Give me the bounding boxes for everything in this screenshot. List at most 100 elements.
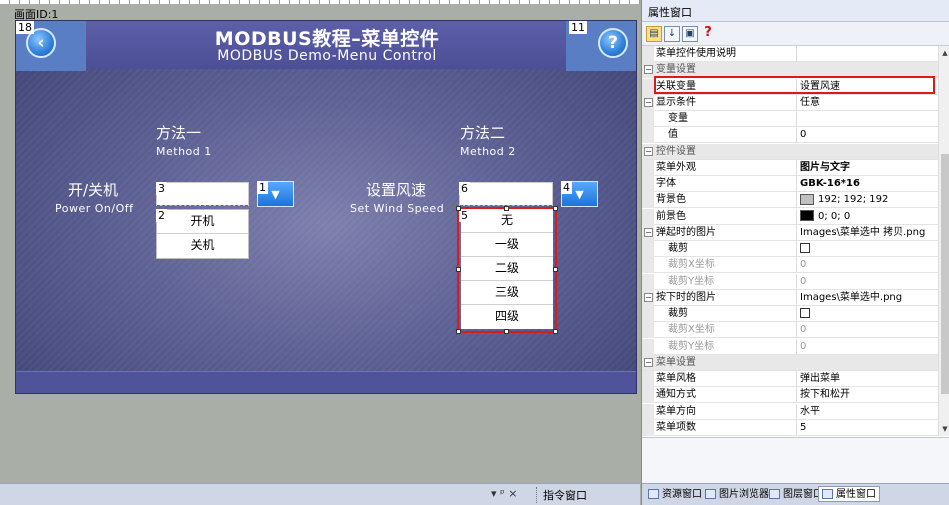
property-value[interactable]: 0 — [796, 127, 938, 144]
resize-handle-e[interactable] — [553, 267, 558, 272]
resize-handle-n[interactable] — [504, 206, 509, 211]
property-row[interactable]: 菜单风格 弹出菜单 — [642, 371, 938, 387]
resize-handle-se[interactable] — [553, 329, 558, 334]
resize-handle-w[interactable] — [456, 267, 461, 272]
checkbox[interactable] — [800, 308, 810, 318]
property-row[interactable]: 值0 — [642, 127, 938, 144]
checkbox[interactable] — [800, 243, 810, 253]
collapse-icon[interactable]: − — [644, 292, 653, 302]
property-value[interactable]: 192; 192; 192 — [796, 192, 938, 209]
property-row[interactable]: − 显示条件 任意 — [642, 94, 938, 111]
property-row[interactable]: 通知方式 按下和松开 — [642, 387, 938, 404]
property-row[interactable]: 前景色 0; 0; 0 — [642, 208, 938, 225]
property-value[interactable]: 0 — [796, 273, 938, 290]
property-gutter — [642, 46, 654, 62]
property-pages-icon[interactable]: ▣ — [682, 26, 698, 42]
speed-menu-head[interactable] — [459, 182, 553, 206]
speed-menu-selection[interactable]: 无 一级 二级 三级 四级 5 — [456, 206, 558, 334]
property-value[interactable]: 任意 — [796, 94, 938, 111]
hmi-screen[interactable]: ‹ ? 18 11 MODBUS教程–菜单控件 MODBUS Demo-Menu… — [15, 20, 637, 394]
dock-pin-controls[interactable]: ▾ ᵖ × — [491, 487, 517, 500]
panel-tab[interactable]: 属性窗口 — [818, 486, 880, 502]
property-value[interactable] — [796, 46, 938, 62]
property-row[interactable]: − 弹起时的图片 Images\菜单选中 拷贝.png — [642, 224, 938, 241]
property-value[interactable]: 0 — [796, 338, 938, 355]
triangle-down-icon: ▼ — [575, 187, 584, 201]
property-value[interactable] — [796, 241, 938, 257]
resize-handle-s[interactable] — [504, 329, 509, 334]
property-value-text: 任意 — [800, 96, 820, 108]
collapse-icon[interactable]: − — [644, 65, 653, 75]
property-gutter — [642, 176, 654, 192]
property-row[interactable]: 菜单外观 图片与文字 — [642, 159, 938, 176]
property-category[interactable]: − 菜单设置 — [642, 354, 938, 371]
menu-item-speed-none[interactable]: 无 — [461, 209, 553, 233]
power-menu-head[interactable] — [156, 182, 249, 206]
property-row[interactable]: 菜单项数 5 — [642, 419, 938, 436]
property-value[interactable] — [796, 306, 938, 322]
property-value[interactable]: 水平 — [796, 403, 938, 420]
menu-item-speed-1[interactable]: 一级 — [461, 233, 553, 257]
scroll-down-icon[interactable]: ▼ — [940, 424, 949, 434]
property-value[interactable]: Images\菜单选中.png — [796, 289, 938, 306]
collapse-icon[interactable]: − — [644, 357, 653, 367]
property-value[interactable] — [796, 111, 938, 127]
property-row[interactable]: 裁剪 — [642, 241, 938, 257]
menu-item-speed-4[interactable]: 四级 — [461, 305, 553, 329]
help-icon[interactable]: ? — [700, 26, 716, 42]
property-value[interactable]: 图片与文字 — [796, 159, 938, 176]
property-value[interactable]: 0 — [796, 257, 938, 274]
menu-item-speed-3[interactable]: 三级 — [461, 281, 553, 305]
panel-tab[interactable]: 图层窗口 — [766, 487, 826, 503]
property-row[interactable]: 菜单方向 水平 — [642, 403, 938, 420]
property-value[interactable]: GBK-16*16 — [796, 176, 938, 192]
collapse-icon[interactable]: − — [644, 227, 653, 237]
property-grid[interactable]: 菜单控件使用说明 − 变量设置 关联变量 设置风速 − 显示条件 任意 变量值 0− 控件设置 菜单外… — [642, 46, 938, 436]
bottom-dock-bar: ▾ ᵖ × 指令窗口 — [0, 483, 640, 505]
menu-item-power-off[interactable]: 关机 — [157, 234, 248, 258]
panel-tab[interactable]: 资源窗口 — [645, 487, 705, 503]
categorized-view-icon[interactable]: ▤ — [646, 26, 662, 42]
property-value[interactable]: 0; 0; 0 — [796, 208, 938, 225]
property-value[interactable]: Images\菜单选中 拷贝.png — [796, 224, 938, 241]
property-category[interactable]: − 控件设置 — [642, 143, 938, 160]
alphabetical-sort-icon[interactable]: ↓ — [664, 26, 680, 42]
tab-command-window[interactable]: 指令窗口 — [536, 487, 587, 503]
speed-menu-list[interactable]: 无 一级 二级 三级 四级 — [461, 209, 553, 329]
property-row[interactable]: 变量 — [642, 111, 938, 127]
collapse-icon[interactable]: − — [644, 97, 653, 107]
panel-tab[interactable]: 图片浏览器 — [702, 487, 772, 503]
property-gutter — [642, 257, 654, 274]
property-scrollbar[interactable]: ▲ ▼ — [938, 46, 949, 436]
resize-handle-ne[interactable] — [553, 206, 558, 211]
property-category[interactable]: − 变量设置 — [642, 62, 938, 79]
menu-item-power-on[interactable]: 开机 — [157, 210, 248, 234]
property-row[interactable]: − 按下时的图片 Images\菜单选中.png — [642, 289, 938, 306]
property-row[interactable]: 裁剪 — [642, 306, 938, 322]
property-value[interactable]: 设置风速 — [796, 78, 938, 95]
property-row[interactable]: 裁剪X坐标 0 — [642, 257, 938, 274]
power-menu-list[interactable]: 开机 关机 — [156, 209, 249, 259]
collapse-icon[interactable]: − — [644, 146, 653, 156]
resize-handle-sw[interactable] — [456, 329, 461, 334]
property-row[interactable]: 裁剪Y坐标 0 — [642, 338, 938, 355]
property-value[interactable]: 弹出菜单 — [796, 371, 938, 387]
property-name: 前景色 — [656, 210, 686, 222]
property-row[interactable]: 裁剪Y坐标 0 — [642, 273, 938, 290]
property-value-text: 图片与文字 — [800, 161, 850, 173]
menu-item-speed-2[interactable]: 二级 — [461, 257, 553, 281]
property-gutter — [642, 127, 654, 144]
scrollbar-thumb[interactable] — [941, 154, 949, 394]
design-workspace[interactable]: 画面ID:1 ‹ ? 18 11 MODBUS教程–菜单控件 MODBUS De… — [0, 0, 640, 483]
scroll-up-icon[interactable]: ▲ — [940, 48, 949, 58]
property-row[interactable]: 字体 GBK-16*16 — [642, 176, 938, 192]
property-row[interactable]: 菜单控件使用说明 — [642, 46, 938, 62]
property-row[interactable]: 裁剪X坐标 0 — [642, 322, 938, 339]
resize-handle-nw[interactable] — [456, 206, 461, 211]
property-row[interactable]: 背景色 192; 192; 192 — [642, 192, 938, 209]
property-value[interactable]: 5 — [796, 419, 938, 436]
property-value[interactable]: 0 — [796, 322, 938, 339]
property-value[interactable]: 按下和松开 — [796, 387, 938, 404]
method1-subtitle: Method 1 — [156, 145, 212, 158]
property-row[interactable]: 关联变量 设置风速 — [642, 78, 938, 95]
